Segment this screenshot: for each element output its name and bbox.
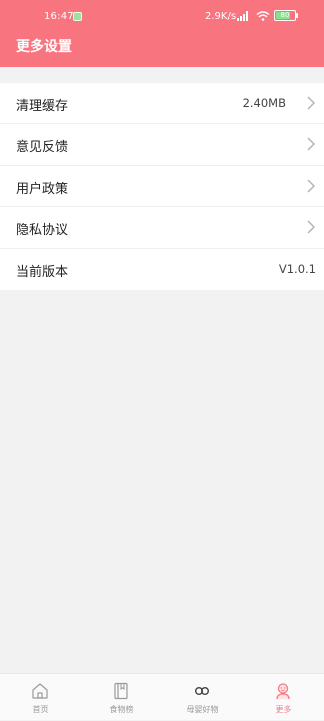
chevron-right-icon <box>307 96 316 110</box>
settings-item-feedback[interactable]: 意见反馈 <box>0 124 324 166</box>
tab-more[interactable]: 更多 <box>243 674 324 721</box>
wifi-icon <box>256 11 270 21</box>
book-icon <box>114 682 128 700</box>
version-value: V1.0.1 <box>278 261 316 276</box>
settings-item-label: 意见反馈 <box>16 140 69 156</box>
network-speed: 2.9K/s <box>205 11 237 22</box>
notification-icon <box>73 12 82 21</box>
tab-baby-goods[interactable]: 母婴好物 <box>162 674 243 721</box>
battery-tip <box>296 13 298 18</box>
settings-item-clear-cache[interactable]: 清理缓存 2.40MB <box>0 83 324 125</box>
status-time: 16:47 <box>44 11 74 22</box>
settings-item-user-policy[interactable]: 用户政策 <box>0 166 324 208</box>
tab-label: 食物榜 <box>109 705 134 714</box>
chevron-right-icon <box>307 220 316 234</box>
cache-size-value: 2.40MB <box>242 96 286 110</box>
bottom-nav: 首页 食物榜 母婴好物 更多 <box>0 673 324 720</box>
settings-item-privacy[interactable]: 隐私协议 <box>0 207 324 249</box>
tab-label: 更多 <box>275 705 292 714</box>
battery-level: 80 <box>280 11 290 19</box>
settings-item-label: 用户政策 <box>16 181 69 197</box>
settings-item-label: 隐私协议 <box>16 223 69 239</box>
tab-label: 母婴好物 <box>186 705 219 714</box>
settings-item-label: 清理缓存 <box>16 99 69 114</box>
settings-item-version: 当前版本 V1.0.1 <box>0 249 324 290</box>
settings-list: 清理缓存 2.40MB 意见反馈 用户政策 隐私协议 当前版本 V1.0.1 <box>0 83 324 290</box>
status-bar: 16:47 2.9K/s 80 <box>0 0 324 32</box>
chevron-right-icon <box>307 137 316 151</box>
signal-icon <box>237 11 248 21</box>
tab-food-ranking[interactable]: 食物榜 <box>81 674 162 721</box>
infinity-icon <box>195 686 209 695</box>
page-title: 更多设置 <box>16 39 72 55</box>
header-bar: 16:47 2.9K/s 80 更多设置 <box>0 0 324 67</box>
person-icon <box>276 683 290 700</box>
battery-icon: 80 <box>274 10 296 21</box>
home-icon <box>32 683 48 699</box>
tab-label: 首页 <box>32 705 49 714</box>
tab-home[interactable]: 首页 <box>0 674 81 721</box>
settings-item-label: 当前版本 <box>16 264 69 280</box>
chevron-right-icon <box>307 179 316 193</box>
